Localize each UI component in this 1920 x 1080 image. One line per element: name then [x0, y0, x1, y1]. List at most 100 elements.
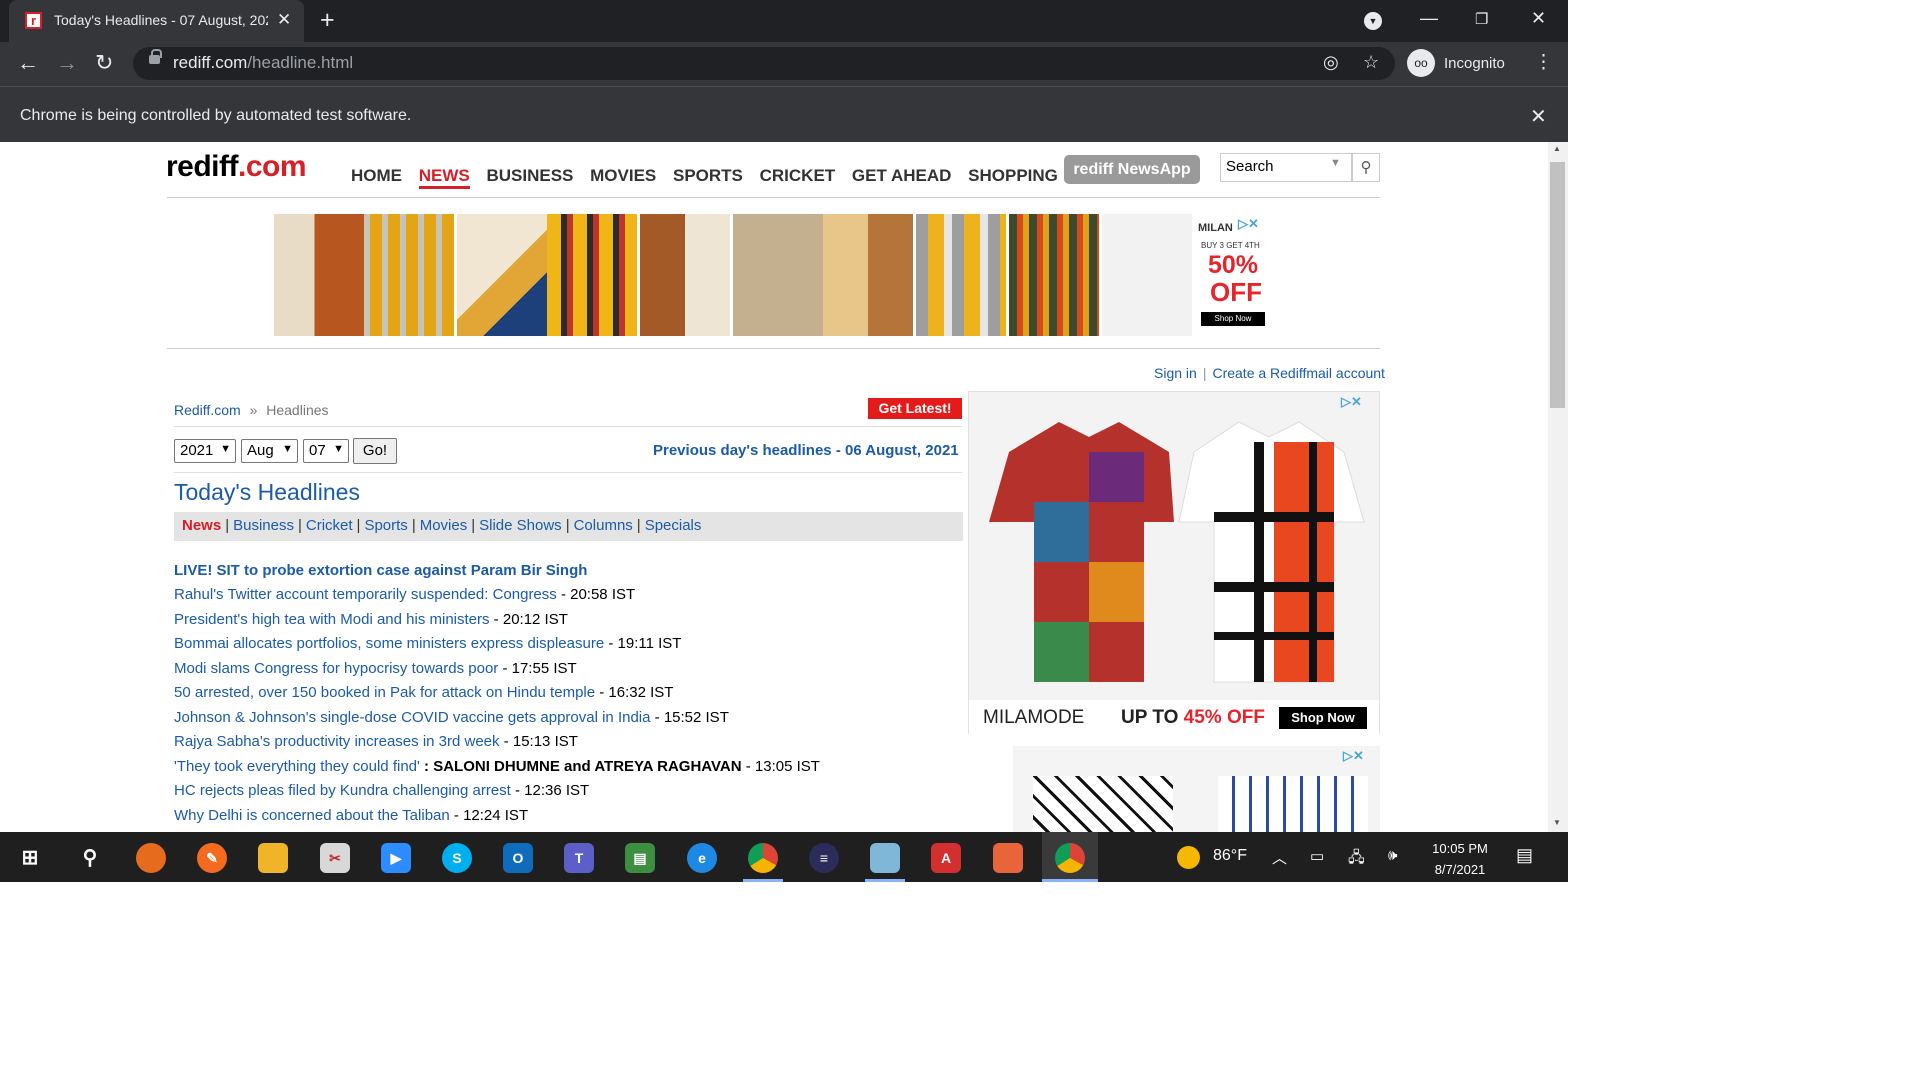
- nav-cricket[interactable]: CRICKET: [760, 166, 836, 185]
- skype-icon[interactable]: S: [442, 843, 472, 873]
- forward-icon[interactable]: →: [56, 50, 78, 76]
- zoom-icon[interactable]: ▶: [381, 843, 411, 873]
- subnav-sports[interactable]: Sports: [364, 517, 407, 534]
- headline-item: Modi slams Congress for hypocrisy toward…: [174, 660, 577, 677]
- minimize-icon[interactable]: —: [1420, 8, 1438, 29]
- ad-shop-now-button[interactable]: Shop Now: [1279, 707, 1367, 729]
- restore-icon[interactable]: ❐: [1475, 10, 1488, 28]
- headline-link[interactable]: HC rejects pleas filed by Kundra challen…: [174, 782, 511, 799]
- subnav-business[interactable]: Business: [233, 517, 294, 534]
- nav-get-ahead[interactable]: GET AHEAD: [852, 166, 952, 185]
- headline-link[interactable]: President's high tea with Modi and his m…: [174, 611, 490, 628]
- headline-link[interactable]: 'They took everything they could find': [174, 758, 420, 775]
- bookmark-star-icon[interactable]: ☆: [1363, 52, 1379, 73]
- browser-tab[interactable]: r Today's Headlines - 07 August, 2021 ✕: [9, 0, 304, 42]
- day-select[interactable]: 07 ▼: [303, 439, 349, 463]
- incognito-profile[interactable]: oo Incognito: [1405, 47, 1523, 80]
- secondary-ad[interactable]: ▷✕: [1013, 746, 1380, 832]
- windows-start-icon[interactable]: ⊞: [15, 843, 45, 873]
- milan-promo[interactable]: MILAN BUY 3 GET 4TH 50% OFF Shop Now: [1194, 214, 1275, 336]
- menu-kebab-icon[interactable]: ⋮: [1534, 51, 1553, 74]
- headline-link[interactable]: Rahul's Twitter account temporarily susp…: [174, 586, 557, 603]
- headline-link[interactable]: Rajya Sabha's productivity increases in …: [174, 733, 500, 750]
- address-bar[interactable]: rediff.com/headline.html ◎ ☆: [133, 47, 1395, 80]
- scroll-up-icon[interactable]: ▲: [1553, 144, 1561, 153]
- subnav-movies[interactable]: Movies: [420, 517, 468, 534]
- shirt-ad-banner[interactable]: MILAN BUY 3 GET 4TH 50% OFF Shop Now ▷✕: [274, 214, 1275, 336]
- network-icon[interactable]: 🖧: [1348, 847, 1365, 872]
- adchoices-icon[interactable]: ▷✕: [1343, 748, 1364, 764]
- outlook-icon[interactable]: O: [503, 843, 533, 873]
- headline-link[interactable]: Why Delhi is concerned about the Taliban: [174, 807, 450, 824]
- scrollbar-thumb[interactable]: [1550, 162, 1565, 408]
- weather-sun-icon[interactable]: [1177, 846, 1200, 869]
- headline-link[interactable]: 50 arrested, over 150 booked in Pak for …: [174, 684, 595, 701]
- subnav-cricket[interactable]: Cricket: [306, 517, 353, 534]
- subnav-columns[interactable]: Columns: [574, 517, 633, 534]
- day-value: 07: [309, 442, 326, 459]
- search-icon[interactable]: ⚲: [1352, 153, 1380, 182]
- firefox-icon[interactable]: [136, 843, 166, 873]
- 3d-viewer-icon[interactable]: [993, 843, 1023, 873]
- ad-shop-now-button[interactable]: Shop Now: [1201, 312, 1265, 326]
- new-tab-icon[interactable]: +: [320, 6, 335, 35]
- newsapp-button[interactable]: rediff NewsApp: [1064, 155, 1200, 184]
- paint-icon[interactable]: ✎: [197, 843, 227, 873]
- headline-link[interactable]: Bommai allocates portfolios, some minist…: [174, 635, 604, 652]
- search-icon[interactable]: ⚲: [75, 843, 105, 873]
- file-explorer-icon[interactable]: [258, 843, 288, 873]
- taskbar-clock[interactable]: 10:05 PM 8/7/2021: [1425, 838, 1495, 880]
- nav-business[interactable]: BUSINESS: [486, 166, 573, 185]
- subnav-slide-shows[interactable]: Slide Shows: [479, 517, 562, 534]
- go-button[interactable]: Go!: [353, 438, 397, 464]
- adchoices-icon[interactable]: ▷✕: [1238, 216, 1259, 232]
- edge-icon[interactable]: e: [687, 843, 717, 873]
- nav-sports[interactable]: SPORTS: [673, 166, 743, 185]
- subnav-news[interactable]: News: [182, 517, 221, 534]
- year-select[interactable]: 2021 ▼: [174, 439, 236, 463]
- get-latest-button[interactable]: Get Latest!: [868, 398, 962, 419]
- headline-link[interactable]: LIVE! SIT to probe extortion case agains…: [174, 562, 587, 579]
- ad-brand: MILAMODE: [983, 707, 1085, 728]
- headline-link[interactable]: Johnson & Johnson's single-dose COVID va…: [174, 709, 650, 726]
- weather-temp[interactable]: 86°F: [1213, 847, 1247, 865]
- eye-off-icon[interactable]: ◎: [1323, 52, 1339, 73]
- nav-home[interactable]: HOME: [351, 166, 402, 185]
- chrome-icon[interactable]: [748, 843, 778, 873]
- notes-icon[interactable]: [870, 843, 900, 873]
- teams-icon[interactable]: T: [564, 843, 594, 873]
- rediff-logo[interactable]: rediff.com: [166, 150, 307, 184]
- sign-in-link[interactable]: Sign in: [1154, 365, 1197, 381]
- tab-close-icon[interactable]: ✕: [277, 10, 291, 30]
- previous-day-link[interactable]: Previous day's headlines - 06 August, 20…: [653, 442, 959, 459]
- page-scrollbar[interactable]: ▲ ▼: [1548, 142, 1568, 832]
- volume-icon[interactable]: 🕪: [1388, 847, 1397, 864]
- breadcrumb-home-link[interactable]: Rediff.com: [174, 402, 241, 418]
- search-select[interactable]: Search ▼: [1220, 153, 1352, 182]
- nav-shopping[interactable]: SHOPPING: [968, 166, 1058, 185]
- adchoices-icon[interactable]: ▷✕: [1341, 394, 1362, 410]
- side-ad[interactable]: ▷✕ MILAMODE UP TO 45% OFF Shop Now: [968, 391, 1380, 735]
- back-icon[interactable]: ←: [17, 50, 39, 76]
- scroll-down-icon[interactable]: ▼: [1553, 818, 1561, 827]
- battery-icon[interactable]: ▭: [1310, 847, 1324, 865]
- month-select[interactable]: Aug ▼: [241, 439, 298, 463]
- headline-link[interactable]: Modi slams Congress for hypocrisy toward…: [174, 660, 498, 677]
- ad-shirt-image: [547, 214, 637, 336]
- acrobat-icon[interactable]: A: [931, 843, 961, 873]
- snipping-tool-icon[interactable]: ✂: [320, 843, 350, 873]
- eclipse-icon[interactable]: ≡: [809, 843, 839, 873]
- infobar-close-icon[interactable]: ✕: [1530, 104, 1547, 129]
- ad-shirt-image: [364, 214, 454, 336]
- chrome-icon[interactable]: [1055, 843, 1085, 873]
- notifications-icon[interactable]: ▤: [1516, 845, 1533, 866]
- tray-chevron-up-icon[interactable]: ︿: [1272, 847, 1287, 868]
- spreadsheet-icon[interactable]: ▤: [625, 843, 655, 873]
- subnav-specials[interactable]: Specials: [645, 517, 702, 534]
- create-account-link[interactable]: Create a Rediffmail account: [1212, 365, 1385, 381]
- nav-movies[interactable]: MOVIES: [590, 166, 656, 185]
- window-close-icon[interactable]: ✕: [1531, 8, 1546, 29]
- reload-icon[interactable]: ↻: [95, 50, 113, 76]
- tab-search-icon[interactable]: ▼: [1364, 12, 1382, 30]
- nav-news[interactable]: NEWS: [418, 166, 470, 189]
